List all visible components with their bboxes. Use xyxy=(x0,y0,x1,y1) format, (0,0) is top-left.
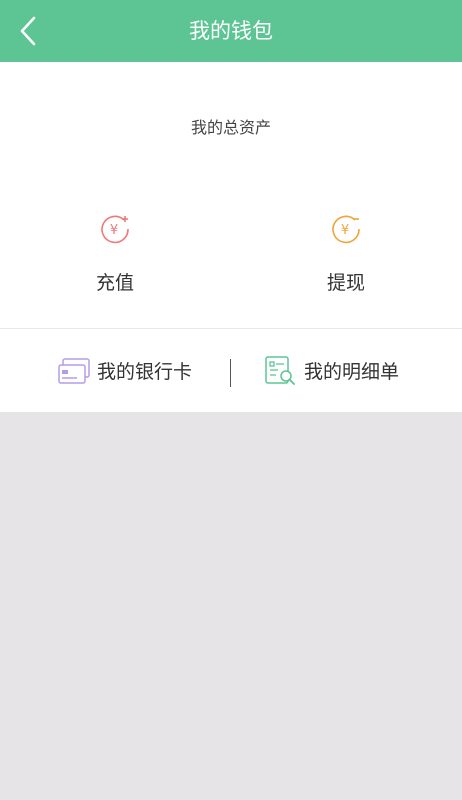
yuan-plus-icon: ¥ xyxy=(101,215,129,244)
bank-card-link[interactable]: 我的银行卡 xyxy=(57,329,192,412)
bill-details-label: 我的明细单 xyxy=(304,361,400,383)
recharge-button[interactable]: ¥ 充值 xyxy=(55,212,175,312)
nav-header: 我的钱包 xyxy=(0,0,462,62)
links-divider xyxy=(230,359,231,387)
bank-card-icon xyxy=(58,357,90,384)
yuan-minus-icon: ¥ xyxy=(332,215,360,244)
total-assets-label: 我的总资产 xyxy=(190,118,271,137)
bank-card-label: 我的银行卡 xyxy=(97,361,193,383)
svg-text:¥: ¥ xyxy=(110,223,118,238)
wallet-links: 我的银行卡 我的明细单 xyxy=(0,329,462,412)
wallet-panel: 我的总资产 ¥ 充值 ¥ 提现 我的银行卡 我的明细单 xyxy=(0,62,462,412)
bill-details-link[interactable]: 我的明细单 xyxy=(264,329,399,412)
page-title: 我的钱包 xyxy=(189,19,273,43)
bill-details-icon xyxy=(265,355,295,385)
withdraw-button[interactable]: ¥ 提现 xyxy=(286,212,406,312)
svg-text:¥: ¥ xyxy=(341,223,349,238)
withdraw-label: 提现 xyxy=(326,272,365,294)
recharge-label: 充值 xyxy=(95,272,134,294)
